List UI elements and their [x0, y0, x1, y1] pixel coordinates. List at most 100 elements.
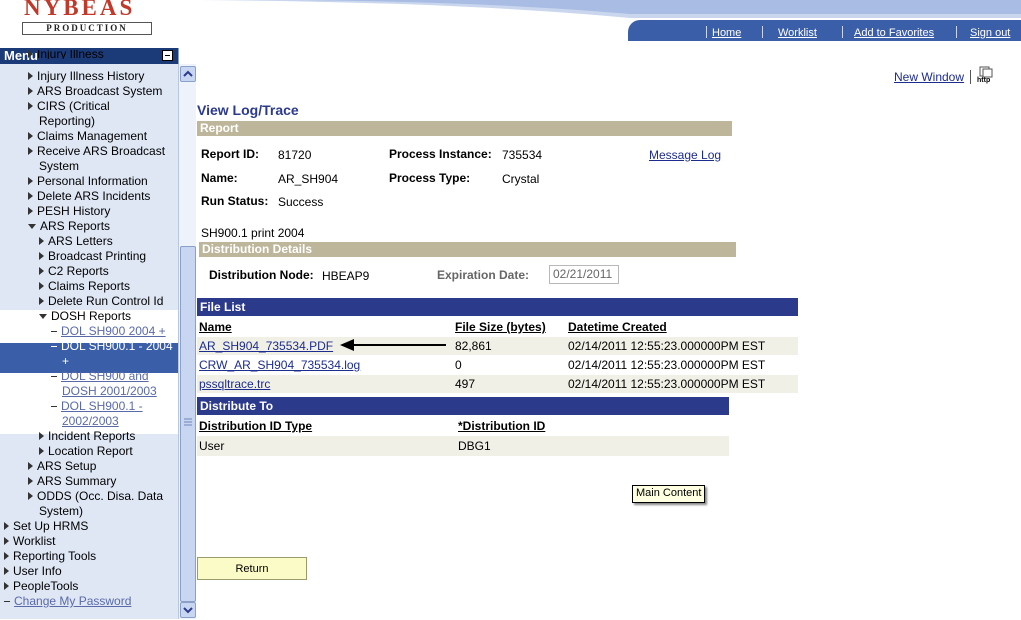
worklist-link[interactable]: Worklist	[778, 27, 817, 39]
logo-subtitle: PRODUCTION	[22, 22, 152, 35]
triangle-right-icon	[4, 537, 9, 545]
menu-item-label: DOL SH900.1 - 2004	[61, 339, 173, 353]
menu-item[interactable]: Injury Illness History	[28, 69, 144, 84]
report-section-header: Report	[197, 121, 732, 136]
run-status-label: Run Status:	[201, 194, 269, 208]
col-distribution-id-type[interactable]: Distribution ID Type	[199, 419, 312, 433]
menu-item[interactable]: DOL SH900 2004 +	[51, 324, 166, 339]
process-instance-value: 735534	[502, 148, 543, 162]
menu-item[interactable]: Set Up HRMS	[4, 519, 88, 534]
menu-item-label: DOL SH900.1 -	[61, 399, 143, 413]
dash-icon	[51, 346, 57, 347]
triangle-down-icon	[39, 314, 47, 319]
triangle-down-icon	[28, 224, 36, 229]
file-datetime: 02/14/2011 12:55:23.000000PM EST	[568, 377, 766, 391]
scroll-up-icon[interactable]	[180, 66, 196, 82]
menu-item[interactable]: Injury Illness	[28, 50, 104, 59]
tooltip: Main Content	[632, 485, 706, 503]
triangle-right-icon	[39, 267, 44, 275]
triangle-right-icon	[28, 147, 33, 155]
menu-item[interactable]: Broadcast Printing	[39, 249, 146, 264]
menu-item[interactable]: DOSH Reports	[39, 309, 131, 324]
menu-scrollbar[interactable]	[178, 64, 196, 619]
triangle-right-icon	[4, 522, 9, 530]
menu-item: System	[39, 159, 79, 174]
menu-item-label: System	[39, 159, 80, 173]
menu-item[interactable]: DOL SH900.1 - 2004	[51, 339, 173, 354]
file-datetime: 02/14/2011 12:55:23.000000PM EST	[568, 358, 766, 372]
menu-item[interactable]: PeopleTools	[4, 579, 78, 594]
menu-item[interactable]: Personal Information	[28, 174, 148, 189]
menu-item[interactable]: CIRS (Critical	[28, 99, 110, 114]
arrow-annotation-icon	[340, 339, 446, 351]
menu-item[interactable]: ARS Setup	[28, 459, 96, 474]
process-instance-label: Process Instance:	[389, 147, 492, 161]
triangle-right-icon	[4, 567, 9, 575]
menu-item[interactable]: Change My Password	[4, 594, 131, 609]
file-size: 82,861	[455, 339, 492, 353]
menu-item[interactable]: ARS Summary	[28, 474, 116, 489]
menu-item[interactable]: Claims Reports	[39, 279, 130, 294]
dash-icon	[4, 601, 10, 602]
menu-item[interactable]: Worklist	[4, 534, 55, 549]
distribution-id-value: DBG1	[458, 439, 491, 453]
menu-item[interactable]: ODDS (Occ. Disa. Data	[28, 489, 163, 504]
home-link[interactable]: Home	[712, 27, 741, 39]
report-id-label: Report ID:	[201, 147, 259, 161]
menu-item-label: Personal Information	[37, 174, 148, 188]
triangle-right-icon	[39, 297, 44, 305]
return-button[interactable]: Return	[197, 557, 307, 580]
col-distribution-id[interactable]: *Distribution ID	[458, 419, 545, 433]
menu-item-label: C2 Reports	[48, 264, 109, 278]
expiration-date-field: 02/21/2011	[549, 265, 619, 284]
menu-panel: Menu Injury Illness Injury Illness Histor…	[0, 48, 179, 619]
http-icon[interactable]: http	[977, 66, 995, 86]
distribution-node-label: Distribution Node:	[209, 268, 314, 282]
menu-item[interactable]: Receive ARS Broadcast	[28, 144, 165, 159]
report-id-value: 81720	[278, 148, 312, 162]
menu-item[interactable]: DOL SH900 and	[51, 369, 149, 384]
menu-item[interactable]: ARS Reports	[28, 219, 110, 234]
scroll-down-icon[interactable]	[180, 602, 196, 618]
minimize-icon[interactable]	[162, 50, 173, 61]
col-name[interactable]: Name	[199, 320, 232, 334]
menu-item[interactable]: Delete ARS Incidents	[28, 189, 150, 204]
menu-item[interactable]: ARS Letters	[39, 234, 113, 249]
col-file-size[interactable]: File Size (bytes)	[455, 320, 546, 334]
menu-item-label: Worklist	[13, 534, 56, 548]
triangle-right-icon	[28, 207, 33, 215]
col-datetime-created[interactable]: Datetime Created	[568, 320, 667, 334]
menu-item[interactable]: DOL SH900.1 -	[51, 399, 143, 414]
triangle-right-icon	[39, 252, 44, 260]
menu-item: +	[62, 354, 69, 369]
triangle-right-icon	[39, 447, 44, 455]
menu-item[interactable]: Reporting Tools	[4, 549, 96, 564]
menu-item-label: Reporting)	[39, 114, 96, 128]
menu-item[interactable]: User Info	[4, 564, 62, 579]
menu-item[interactable]: ARS Broadcast System	[28, 84, 162, 99]
menu-item-label: DOSH 2001/2003	[62, 384, 157, 398]
menu-item[interactable]: Delete Run Control Id	[39, 294, 163, 309]
menu-item-label: ARS Reports	[40, 219, 111, 233]
sign-out-link[interactable]: Sign out	[970, 27, 1010, 39]
message-log-link[interactable]: Message Log	[649, 148, 721, 162]
file-link[interactable]: AR_SH904_735534.PDF	[199, 339, 333, 353]
menu-item[interactable]: Incident Reports	[39, 429, 135, 444]
scroll-thumb[interactable]	[180, 246, 196, 602]
http-label: http	[977, 77, 991, 84]
add-to-favorites-link[interactable]: Add to Favorites	[854, 27, 934, 39]
new-window-link[interactable]: New Window	[894, 70, 964, 84]
menu-item[interactable]: Location Report	[39, 444, 133, 459]
menu-item-label: 2002/2003	[62, 414, 119, 428]
top-nav-bar: Home Worklist Add to Favorites Sign out	[628, 20, 1021, 41]
menu-item-label: Change My Password	[14, 594, 132, 608]
menu-item[interactable]: C2 Reports	[39, 264, 109, 279]
menu-item[interactable]: PESH History	[28, 204, 110, 219]
menu-item[interactable]: Claims Management	[28, 129, 147, 144]
file-link[interactable]: CRW_AR_SH904_735534.log	[199, 358, 360, 372]
triangle-right-icon	[28, 177, 33, 185]
menu-item-label: Incident Reports	[48, 429, 136, 443]
file-link[interactable]: pssqltrace.trc	[199, 377, 270, 391]
expiration-date-label: Expiration Date:	[437, 268, 530, 282]
logo-name: NYBEAS	[24, 0, 136, 20]
